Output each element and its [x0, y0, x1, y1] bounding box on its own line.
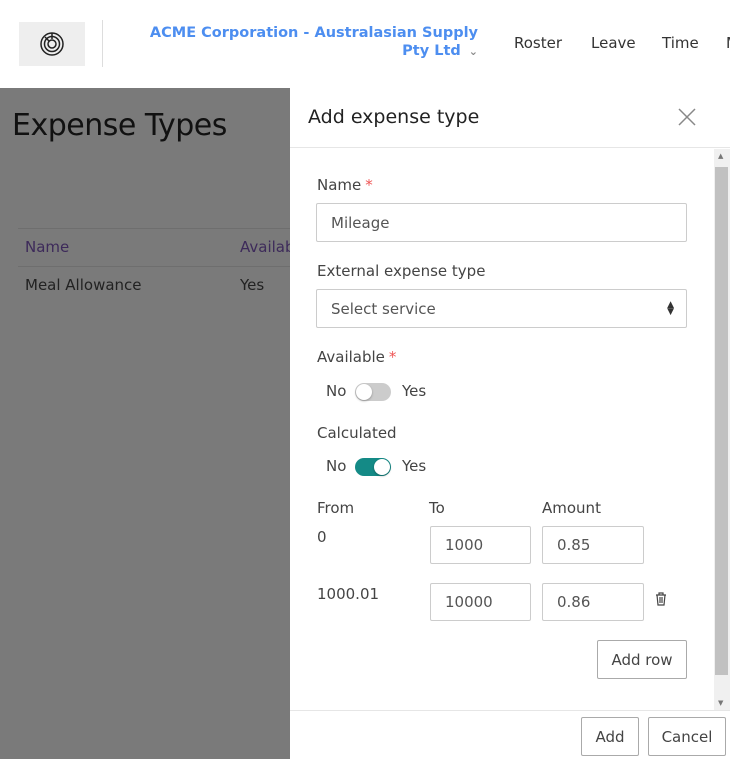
logo-icon: [40, 32, 64, 56]
scroll-down-icon[interactable]: ▼: [718, 699, 723, 707]
rate-to-input[interactable]: 10000: [430, 583, 531, 621]
drawer-header: Add expense type: [290, 88, 730, 148]
divider: [18, 266, 290, 267]
amount-header: Amount: [542, 499, 601, 517]
calculated-no-label: No: [326, 457, 347, 475]
cancel-button[interactable]: Cancel: [648, 717, 726, 756]
sort-arrows-icon: ▲ ▼: [667, 299, 674, 317]
nav-more[interactable]: M: [726, 34, 730, 52]
organization-name: ACME Corporation - Australasian Supply P…: [149, 25, 478, 59]
nav-time[interactable]: Time: [662, 34, 699, 52]
drawer-title: Add expense type: [308, 106, 480, 128]
nav-roster[interactable]: Roster: [514, 34, 562, 52]
divider: [102, 20, 103, 67]
external-expense-type-label: External expense type: [317, 262, 486, 280]
page-overlay[interactable]: Expense Types Name Available Meal Allowa…: [0, 88, 308, 759]
from-header: From: [317, 499, 355, 517]
available-toggle[interactable]: [355, 383, 391, 401]
column-header-name: Name: [25, 238, 70, 256]
scroll-up-icon[interactable]: ▲: [718, 152, 723, 160]
scrollbar-thumb[interactable]: [715, 167, 728, 675]
add-expense-type-drawer: Add expense type Name * Mileage External …: [290, 88, 730, 759]
top-navigation-bar: ACME Corporation - Australasian Supply P…: [0, 0, 730, 88]
calculated-toggle[interactable]: [355, 458, 391, 476]
name-label: Name *: [317, 176, 373, 194]
drawer-footer: Add Cancel: [290, 710, 730, 759]
rate-from: 1000.01: [317, 585, 380, 603]
to-header: To: [429, 499, 445, 517]
chevron-down-icon: ⌄: [468, 45, 478, 58]
add-row-button[interactable]: Add row: [597, 640, 687, 679]
add-button[interactable]: Add: [581, 717, 639, 756]
company-logo[interactable]: [19, 22, 85, 66]
calculated-yes-label: Yes: [402, 457, 427, 475]
available-yes-label: Yes: [402, 382, 427, 400]
close-icon[interactable]: [676, 106, 698, 128]
available-label: Available *: [317, 348, 397, 366]
rate-to-input[interactable]: 1000: [430, 526, 531, 564]
organization-selector[interactable]: ACME Corporation - Australasian Supply P…: [120, 24, 478, 61]
scrollbar[interactable]: ▲ ▼: [714, 149, 730, 710]
rate-amount-input[interactable]: 0.86: [542, 583, 644, 621]
trash-icon[interactable]: [655, 592, 667, 606]
calculated-label: Calculated: [317, 424, 397, 442]
nav-leave[interactable]: Leave: [591, 34, 636, 52]
row-name: Meal Allowance: [25, 276, 142, 294]
divider: [18, 228, 290, 229]
rate-amount-input[interactable]: 0.85: [542, 526, 644, 564]
page-title: Expense Types: [12, 108, 227, 143]
name-input[interactable]: Mileage: [316, 203, 687, 242]
rate-from: 0: [317, 528, 327, 546]
external-expense-type-select[interactable]: Select service ▲ ▼: [316, 289, 687, 328]
row-available: Yes: [240, 276, 265, 294]
available-no-label: No: [326, 382, 347, 400]
